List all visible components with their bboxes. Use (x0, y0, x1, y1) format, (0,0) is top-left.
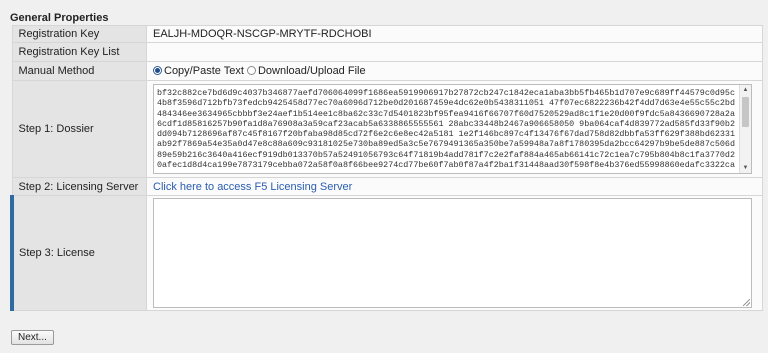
copy-paste-radio[interactable] (153, 66, 162, 75)
copy-paste-label: Copy/Paste Text (164, 65, 244, 77)
registration-key-label: Registration Key (11, 25, 147, 43)
download-upload-radio[interactable] (246, 66, 256, 75)
licensing-server-cell: Click here to access F5 Licensing Server (146, 177, 763, 196)
manual-method-options: Copy/Paste Text Download/Upload File (146, 61, 763, 81)
registration-key-list-value (146, 42, 763, 62)
dossier-row: Step 1: Dossier bf32c882ce7bd6d9c4037b34… (11, 80, 763, 178)
scroll-down-icon[interactable]: ▼ (740, 163, 751, 173)
download-upload-label: Download/Upload File (257, 65, 366, 77)
scroll-thumb[interactable] (742, 97, 749, 127)
license-textarea[interactable] (153, 198, 752, 308)
manual-method-label: Manual Method (11, 61, 147, 81)
dossier-scrollbar[interactable]: ▲ ▼ (739, 85, 751, 173)
registration-key-value: EALJH-MDOQR-NSCGP-MRYTF-RDCHOBI (146, 25, 763, 43)
dossier-cell: bf32c882ce7bd6d9c4037b346877aefd70606409… (146, 80, 763, 178)
licensing-server-row: Step 2: Licensing Server Click here to a… (11, 177, 763, 196)
resize-grip-icon[interactable] (743, 299, 750, 306)
dossier-textarea[interactable]: bf32c882ce7bd6d9c4037b346877aefd70606409… (153, 84, 752, 174)
registration-key-list-row: Registration Key List (11, 42, 763, 62)
license-cell (146, 195, 763, 311)
copy-paste-option[interactable]: Copy/Paste Text (153, 65, 247, 77)
section-title: General Properties (10, 12, 109, 24)
license-label: Step 3: License (10, 195, 147, 311)
registration-key-list-label: Registration Key List (11, 42, 147, 62)
dossier-label: Step 1: Dossier (11, 80, 147, 178)
general-properties-table: Registration Key EALJH-MDOQR-NSCGP-MRYTF… (10, 25, 763, 311)
registration-key-row: Registration Key EALJH-MDOQR-NSCGP-MRYTF… (11, 25, 763, 43)
license-row: Step 3: License (10, 195, 763, 311)
scroll-up-icon[interactable]: ▲ (740, 85, 751, 95)
download-upload-option[interactable]: Download/Upload File (246, 65, 366, 77)
next-button[interactable]: Next... (11, 330, 54, 345)
dossier-text: bf32c882ce7bd6d9c4037b346877aefd70606409… (157, 88, 735, 171)
licensing-server-link[interactable]: Click here to access F5 Licensing Server (153, 181, 352, 193)
manual-method-row: Manual Method Copy/Paste Text Download/U… (11, 61, 763, 81)
licensing-server-label: Step 2: Licensing Server (11, 177, 147, 196)
